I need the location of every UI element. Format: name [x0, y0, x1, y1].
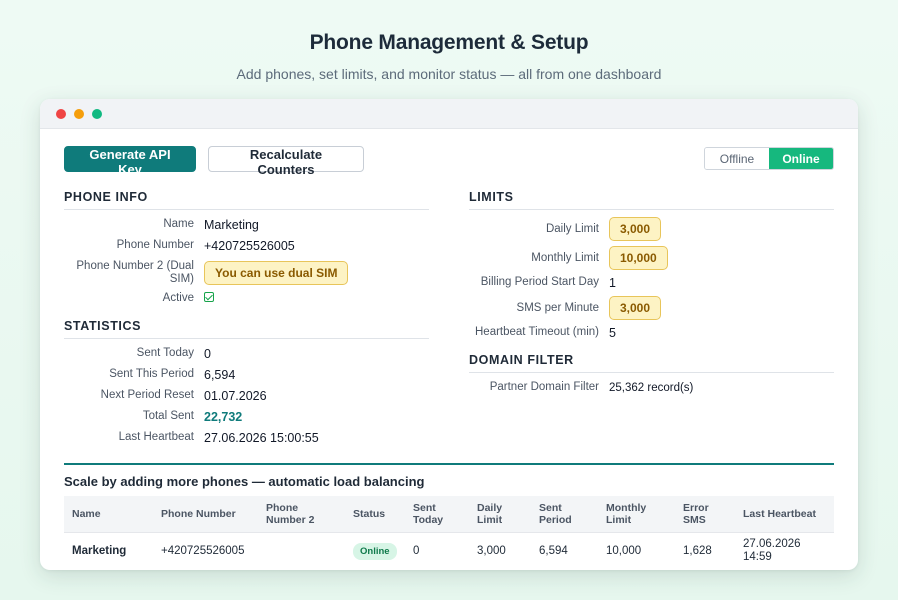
total-sent-value: 22,732 [204, 409, 243, 424]
next-reset-value: 01.07.2026 [204, 388, 267, 403]
window-titlebar [40, 99, 858, 129]
cell-daily-limit: 3,000 [469, 531, 531, 570]
daily-limit-label: Daily Limit [545, 222, 599, 235]
cell-last-heartbeat: 27.06.2026 14:59 [735, 531, 834, 570]
last-heartbeat-label: Last Heartbeat [118, 431, 194, 443]
cell-sent-today: 0 [405, 531, 469, 570]
name-label: Name [163, 218, 194, 230]
total-sent-row: Total Sent 22,732 [64, 408, 242, 425]
partner-domain-row: Partner Domain Filter 25,362 record(s) [469, 379, 694, 396]
partner-domain-value: 25,362 record(s) [609, 381, 694, 394]
active-checkbox-icon[interactable] [204, 292, 214, 302]
maximize-window-icon[interactable] [92, 109, 102, 119]
phone-info-heading: PHONE INFO [64, 190, 429, 210]
status-online-option[interactable]: Online [769, 148, 833, 169]
heartbeat-timeout-label: Heartbeat Timeout (min) [475, 326, 599, 338]
toolbar: Generate API Key Recalculate Counters Of… [64, 146, 834, 177]
page-title: Phone Management & Setup [309, 31, 589, 54]
sent-period-value: 6,594 [204, 367, 236, 382]
col-status-header[interactable]: Status [345, 496, 405, 532]
col-phone-number-header[interactable]: Phone Number [153, 496, 258, 532]
col-phone-number-2-header[interactable]: Phone Number 2 [258, 496, 345, 532]
monthly-limit-value[interactable]: 10,000 [609, 246, 668, 270]
sent-period-label: Sent This Period [109, 368, 194, 380]
status-toggle: Offline Online [704, 147, 834, 170]
status-badge: Online [353, 542, 397, 560]
cell-name: Marketing [64, 531, 153, 570]
page-subtitle: Add phones, set limits, and monitor stat… [236, 66, 662, 82]
next-reset-label: Next Period Reset [100, 389, 194, 401]
cell-error-sms: 1,628 [675, 531, 735, 570]
heartbeat-timeout-value: 5 [609, 325, 616, 340]
sms-per-minute-value[interactable]: 3,000 [609, 296, 662, 320]
cell-monthly-limit: 10,000 [598, 531, 675, 570]
sent-period-row: Sent This Period 6,594 [64, 366, 235, 383]
cell-phone-number: +420725526005 [153, 531, 258, 570]
total-sent-label: Total Sent [142, 410, 194, 422]
active-row: Active [64, 290, 214, 306]
last-heartbeat-value: 27.06.2026 15:00:55 [204, 430, 319, 445]
next-reset-row: Next Period Reset 01.07.2026 [64, 387, 267, 404]
sms-per-minute-row: SMS per Minute 3,000 [469, 295, 662, 321]
table-row[interactable]: Marketing +420725526005 Online 0 3,000 6… [64, 531, 834, 570]
table-header-row: Name Phone Number Phone Number 2 Status … [64, 496, 834, 532]
section-divider [64, 463, 834, 465]
generate-api-key-button[interactable]: Generate API Key [64, 146, 196, 177]
sent-today-row: Sent Today 0 [64, 345, 211, 362]
heartbeat-timeout-row: Heartbeat Timeout (min) 5 [469, 324, 616, 341]
phone-number-2-label: Phone Number 2 (Dual SIM) [76, 260, 194, 285]
daily-limit-row: Daily Limit 3,000 [469, 216, 662, 242]
sent-today-label: Sent Today [136, 347, 194, 359]
billing-start-value: 1 [609, 275, 616, 290]
sms-per-minute-label: SMS per Minute [516, 301, 599, 314]
cell-status: Online [345, 531, 405, 570]
cell-phone-number-2 [258, 531, 345, 570]
col-sent-period-header[interactable]: Sent Period [531, 496, 598, 532]
monthly-limit-label: Monthly Limit [531, 251, 599, 264]
phone-number-value: +420725526005 [204, 238, 295, 253]
col-last-heartbeat-header[interactable]: Last Heartbeat [735, 496, 834, 532]
monthly-limit-row: Monthly Limit 10,000 [469, 245, 668, 271]
col-name-header[interactable]: Name [64, 496, 153, 532]
billing-start-label: Billing Period Start Day [480, 276, 599, 288]
phone-number-label: Phone Number [116, 239, 194, 251]
recalculate-counters-button[interactable]: Recalculate Counters [208, 146, 364, 177]
phones-table: Name Phone Number Phone Number 2 Status … [64, 496, 834, 570]
col-daily-limit-header[interactable]: Daily Limit [469, 496, 531, 532]
status-offline-option[interactable]: Offline [705, 148, 769, 169]
billing-start-row: Billing Period Start Day 1 [469, 274, 616, 291]
minimize-window-icon[interactable] [74, 109, 84, 119]
name-value: Marketing [204, 217, 259, 232]
col-monthly-limit-header[interactable]: Monthly Limit [598, 496, 675, 532]
dual-sim-badge[interactable]: You can use dual SIM [204, 261, 349, 285]
last-heartbeat-row: Last Heartbeat 27.06.2026 15:00:55 [64, 429, 319, 446]
hero: Phone Management & Setup Add phones, set… [0, 0, 898, 82]
name-row: Name Marketing [64, 216, 259, 233]
col-error-sms-header[interactable]: Error SMS [675, 496, 735, 532]
domain-filter-heading: DOMAIN FILTER [469, 353, 834, 373]
partner-domain-label: Partner Domain Filter [489, 381, 599, 393]
phone-number-row: Phone Number +420725526005 [64, 237, 295, 254]
col-sent-today-header[interactable]: Sent Today [405, 496, 469, 532]
phone-number-2-row: Phone Number 2 (Dual SIM) You can use du… [64, 259, 349, 287]
limits-heading: LIMITS [469, 190, 834, 210]
active-label: Active [162, 291, 194, 304]
daily-limit-value[interactable]: 3,000 [609, 217, 662, 241]
app-window: Generate API Key Recalculate Counters Of… [40, 99, 858, 570]
scale-heading: Scale by adding more phones — automatic … [64, 474, 425, 489]
statistics-heading: STATISTICS [64, 319, 429, 339]
cell-sent-period: 6,594 [531, 531, 598, 570]
close-window-icon[interactable] [56, 109, 66, 119]
sent-today-value: 0 [204, 346, 211, 361]
